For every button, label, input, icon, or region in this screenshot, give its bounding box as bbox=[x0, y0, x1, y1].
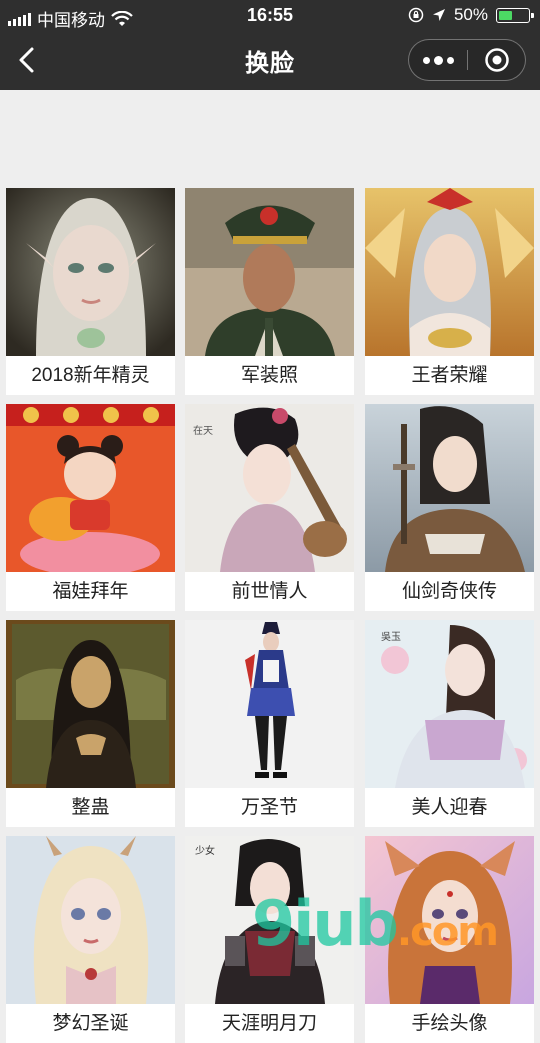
swordsman-image bbox=[365, 404, 534, 572]
template-label: 王者荣耀 bbox=[411, 365, 488, 386]
status-right: 50% bbox=[408, 5, 534, 25]
elf-portrait-image bbox=[6, 188, 175, 356]
template-label: 福娃拜年 bbox=[52, 581, 129, 602]
template-card[interactable]: 军装照 bbox=[185, 188, 354, 395]
close-circle-icon bbox=[485, 48, 509, 72]
template-card[interactable]: 2018新年精灵 bbox=[6, 188, 175, 395]
status-bar: 中国移动 16:55 50% bbox=[0, 0, 540, 30]
template-label: 军装照 bbox=[240, 365, 298, 386]
battery-icon bbox=[496, 7, 534, 23]
template-card[interactable]: 梦幻圣诞 bbox=[6, 836, 175, 1043]
template-label: 梦幻圣诞 bbox=[52, 1013, 129, 1034]
halloween-costume-image bbox=[185, 620, 354, 788]
template-card[interactable]: 整蛊 bbox=[6, 620, 175, 827]
template-label: 万圣节 bbox=[240, 797, 298, 818]
military-portrait-image bbox=[185, 188, 354, 356]
ancient-lady-image: 在天 bbox=[185, 404, 354, 572]
template-card[interactable]: 仙剑奇侠传 bbox=[365, 404, 534, 611]
lock-rotation-icon bbox=[408, 7, 424, 23]
more-dots-icon bbox=[422, 55, 454, 65]
template-card[interactable]: 吳玉 美人迎春 bbox=[365, 620, 534, 827]
mona-lisa-image bbox=[6, 620, 175, 788]
template-label: 手绘头像 bbox=[411, 1013, 488, 1034]
template-card[interactable]: 福娃拜年 bbox=[6, 404, 175, 611]
template-label: 2018新年精灵 bbox=[31, 365, 150, 386]
svg-text:在天: 在天 bbox=[193, 425, 213, 437]
location-icon bbox=[432, 9, 445, 21]
site-watermark: 9iub.com bbox=[252, 892, 499, 956]
template-label: 整蛊 bbox=[71, 797, 110, 818]
template-grid: 2018新年精灵 军装照 王者荣耀 福娃拜年 在天 前世情人 仙剑奇侠传 整蛊 … bbox=[0, 90, 540, 1043]
watermark-suffix: .com bbox=[396, 909, 499, 955]
template-label: 前世情人 bbox=[231, 581, 308, 602]
menu-capsule bbox=[408, 39, 526, 81]
svg-text:吳玉: 吳玉 bbox=[381, 631, 401, 643]
template-label: 美人迎春 bbox=[411, 797, 488, 818]
template-card[interactable]: 在天 前世情人 bbox=[185, 404, 354, 611]
battery-percent: 50% bbox=[453, 5, 488, 24]
watermark-main: 9iub bbox=[252, 887, 399, 960]
more-button[interactable] bbox=[409, 40, 467, 80]
template-card[interactable]: 万圣节 bbox=[185, 620, 354, 827]
new-year-child-image bbox=[6, 404, 175, 572]
template-card[interactable]: 王者荣耀 bbox=[365, 188, 534, 395]
game-hero-image bbox=[365, 188, 534, 356]
template-label: 天涯明月刀 bbox=[221, 1013, 317, 1034]
nav-bar: 换脸 bbox=[0, 30, 540, 90]
close-button[interactable] bbox=[468, 40, 526, 80]
template-label: 仙剑奇侠传 bbox=[401, 581, 497, 602]
svg-text:少女: 少女 bbox=[195, 844, 215, 857]
spring-beauty-image: 吳玉 bbox=[365, 620, 534, 788]
christmas-fairy-image bbox=[6, 836, 175, 1004]
